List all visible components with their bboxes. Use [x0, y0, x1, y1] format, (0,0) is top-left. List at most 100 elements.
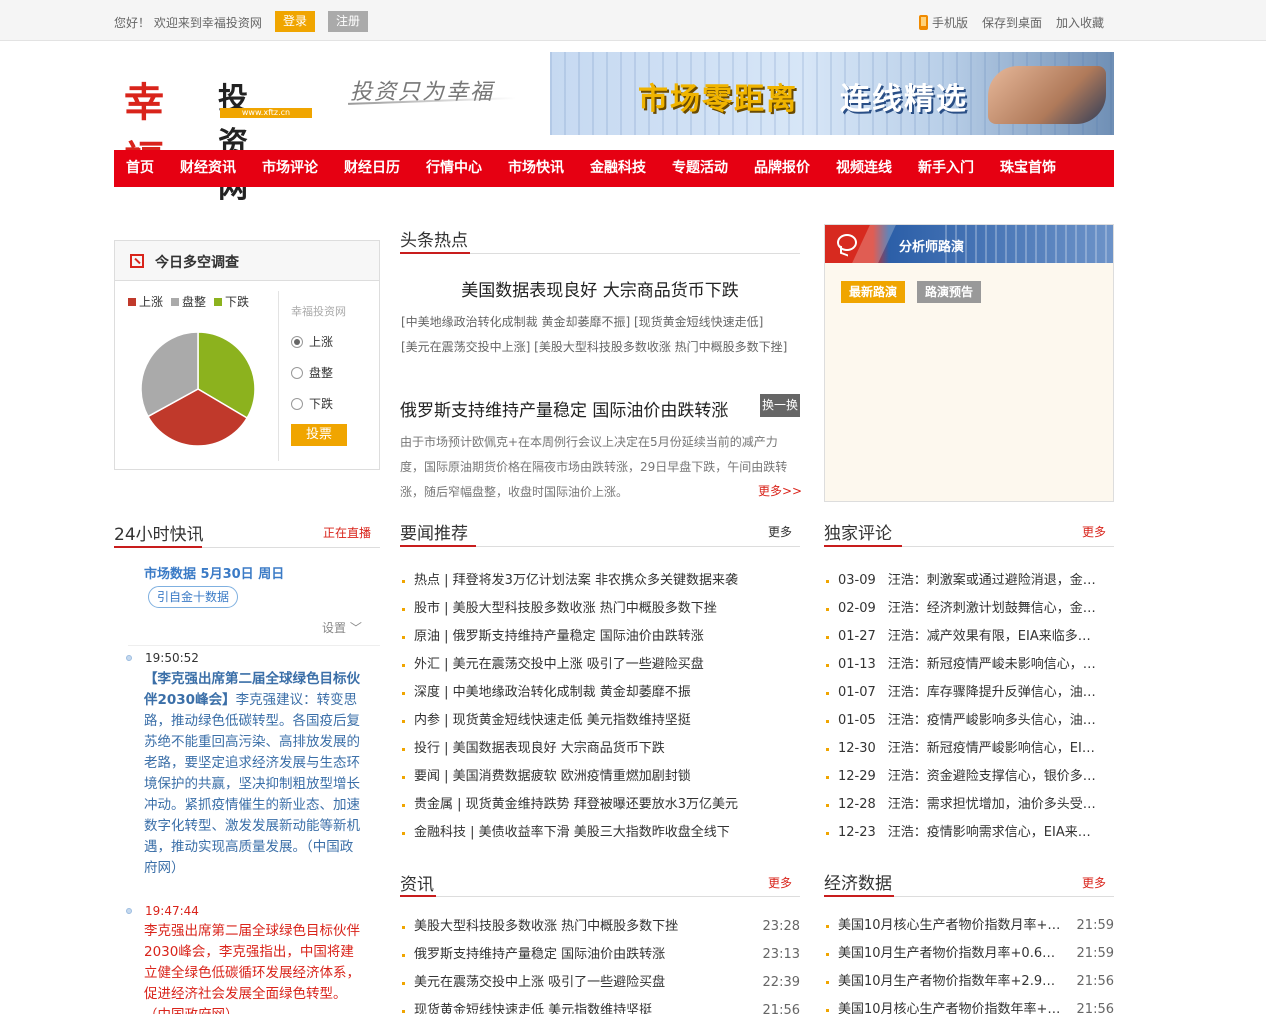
banner-text-1: 市场零距离 — [638, 82, 798, 117]
recommend-underline — [400, 545, 476, 547]
nav-item[interactable]: 市场评论 — [262, 150, 318, 187]
item-date: 02-09 — [838, 601, 876, 616]
vote-button[interactable]: 投票 — [291, 424, 347, 446]
swap-button[interactable]: 换一换 — [760, 394, 800, 417]
header-banner[interactable]: 市场零距离 连线精选 — [550, 52, 1114, 135]
list-item[interactable]: 01-07 汪浩：库存骤降提升反弹信心，油… — [824, 679, 1114, 707]
list-item[interactable]: 01-13 汪浩：新冠疫情严峻未影响信心，… — [824, 651, 1114, 679]
news-divider — [400, 896, 800, 897]
nav-item[interactable]: 首页 — [126, 150, 154, 187]
list-item[interactable]: 深度 | 中美地缘政治转化成制裁 黄金却萎靡不振 — [400, 679, 800, 707]
item-text: 汪浩：疫情影响需求信心，EIA来… — [887, 825, 1091, 840]
arrow-icon — [130, 254, 144, 268]
login-button[interactable]: 登录 — [275, 11, 315, 32]
item-text: 美国10月生产者物价指数月率+0.6… — [838, 946, 1056, 961]
legend-item-down: 下跌 — [214, 293, 249, 310]
vote-option-up[interactable]: 上涨 — [291, 333, 368, 350]
handshake-image — [988, 66, 1106, 124]
nav-item[interactable]: 市场快讯 — [508, 150, 564, 187]
list-item[interactable]: 投行 | 美国数据表现良好 大宗商品货币下跌 — [400, 735, 800, 763]
item-text: 汪浩：资金避险支撑信心，银价多… — [887, 769, 1096, 784]
nav-item[interactable]: 珠宝首饰 — [1000, 150, 1056, 187]
nav-item[interactable]: 视频连线 — [836, 150, 892, 187]
item-time: 23:13 — [762, 947, 800, 962]
item-time: 23:28 — [762, 919, 800, 934]
news-more[interactable]: 更多 — [768, 874, 792, 891]
list-item[interactable]: 美股大型科技股多数收涨 热门中概股多数下挫 23:28 — [400, 913, 800, 941]
tab-latest-roadshow[interactable]: 最新路演 — [841, 281, 905, 303]
live-link[interactable]: 正在直播 — [323, 524, 371, 541]
flash-title: 24小时快讯 — [114, 525, 204, 545]
list-item[interactable]: 金融科技 | 美债收益率下滑 美股三大指数昨收盘全线下 — [400, 819, 800, 847]
radio-up[interactable] — [291, 335, 303, 348]
recommend-more[interactable]: 更多 — [768, 523, 792, 540]
headline-sub-1[interactable]: [中美地缘政治转化成制裁 黄金却萎靡不振] [现货黄金短线快速走低] — [401, 313, 763, 330]
list-item[interactable]: 01-05 汪浩：疫情严峻影响多头信心，油… — [824, 707, 1114, 735]
list-item[interactable]: 美国10月生产者物价指数年率+2.9… 21:56 — [824, 968, 1114, 996]
item-text: 美股大型科技股多数收涨 热门中概股多数下挫 — [414, 919, 679, 934]
vote-option-down[interactable]: 下跌 — [291, 395, 368, 412]
nav-item[interactable]: 品牌报价 — [754, 150, 810, 187]
list-item[interactable]: 热点 | 拜登将发3万亿计划法案 非农携众多关键数据来袭 — [400, 567, 800, 595]
list-item[interactable]: 美国10月核心生产者物价指数年率+… 21:56 — [824, 996, 1114, 1014]
nav-item[interactable]: 金融科技 — [590, 150, 646, 187]
item-text: 美国10月核心生产者物价指数年率+… — [838, 1002, 1061, 1014]
flash-item-2[interactable]: 李克强出席第二届全球绿色目标伙伴2030峰会，李克强指出，中国将建立健全绿色低碳… — [144, 921, 360, 1014]
flash-date: 市场数据 5月30日 周日 — [144, 567, 285, 582]
nav-item[interactable]: 新手入门 — [918, 150, 974, 187]
list-item[interactable]: 美元在震荡交投中上涨 吸引了一些避险买盘 22:39 — [400, 969, 800, 997]
flash-settings[interactable]: 设置 ﹀ — [322, 619, 362, 636]
item-text: 汪浩：减产效果有限，EIA来临多… — [887, 629, 1091, 644]
nav-item[interactable]: 财经日历 — [344, 150, 400, 187]
list-item[interactable]: 原油 | 俄罗斯支持维持产量稳定 国际油价由跌转涨 — [400, 623, 800, 651]
headline-more-link[interactable]: 更多>> — [758, 482, 802, 499]
list-item[interactable]: 美国10月核心生产者物价指数月率+… 21:59 — [824, 912, 1114, 940]
headline-main[interactable]: 美国数据表现良好 大宗商品货币下跌 — [400, 276, 800, 301]
list-item[interactable]: 03-09 汪浩：刺激案或通过避险消退，金… — [824, 567, 1114, 595]
econ-more[interactable]: 更多 — [1082, 874, 1106, 891]
bookmark-link[interactable]: 加入收藏 — [1056, 14, 1104, 31]
list-item[interactable]: 贵金属 | 现货黄金维持跌势 拜登被曝还要放水3万亿美元 — [400, 791, 800, 819]
list-item[interactable]: 现货黄金短线快速走低 美元指数维持坚挺 21:56 — [400, 997, 800, 1014]
recommend-list: 热点 | 拜登将发3万亿计划法案 非农携众多关键数据来袭 股市 | 美股大型科技股… — [400, 567, 800, 847]
nav-item[interactable]: 财经资讯 — [180, 150, 236, 187]
item-date: 01-05 — [838, 713, 876, 728]
tab-roadshow-preview[interactable]: 路演预告 — [917, 281, 981, 303]
econ-underline — [824, 895, 894, 897]
nav-item[interactable]: 专题活动 — [672, 150, 728, 187]
item-text: 汪浩：需求担忧增加，油价多头受… — [887, 797, 1096, 812]
flash-item-1[interactable]: 【李克强出席第二届全球绿色目标伙伴2030峰会】李克强建议：转变思路，推动绿色低… — [144, 669, 360, 879]
nav-item[interactable]: 行情中心 — [426, 150, 482, 187]
list-item[interactable]: 12-30 汪浩：新冠疫情严峻影响信心，EI… — [824, 735, 1114, 763]
headline-sub-2[interactable]: [美元在震荡交投中上涨] [美股大型科技股多数收涨 热门中概股多数下挫] — [401, 338, 787, 355]
list-item[interactable]: 美国10月生产者物价指数月率+0.6… 21:59 — [824, 940, 1114, 968]
list-item[interactable]: 01-27 汪浩：减产效果有限，EIA来临多… — [824, 623, 1114, 651]
news-underline — [400, 895, 436, 897]
item-text: 现货黄金短线快速走低 美元指数维持坚挺 — [414, 1003, 653, 1014]
mobile-link[interactable]: 手机版 — [918, 14, 968, 31]
vote-option-flat[interactable]: 盘整 — [291, 364, 368, 381]
list-item[interactable]: 内参 | 现货黄金短线快速走低 美元指数维持坚挺 — [400, 707, 800, 735]
phone-icon — [918, 15, 928, 30]
radio-down[interactable] — [291, 397, 303, 410]
item-text: 美元在震荡交投中上涨 吸引了一些避险买盘 — [414, 975, 666, 990]
list-item[interactable]: 02-09 汪浩：经济刺激计划鼓舞信心，金… — [824, 595, 1114, 623]
register-button[interactable]: 注册 — [328, 11, 368, 32]
list-item[interactable]: 外汇 | 美元在震荡交投中上涨 吸引了一些避险买盘 — [400, 651, 800, 679]
timeline-dot — [126, 655, 132, 661]
list-item[interactable]: 12-29 汪浩：资金避险支撑信心，银价多… — [824, 763, 1114, 791]
list-item[interactable]: 俄罗斯支持维持产量稳定 国际油价由跌转涨 23:13 — [400, 941, 800, 969]
item-text: 汪浩：刺激案或通过避险消退，金… — [887, 573, 1096, 588]
list-item[interactable]: 要闻 | 美国消费数据疲软 欧洲疫情重燃加剧封锁 — [400, 763, 800, 791]
headline-description: 由于市场预计欧佩克+在本周例行会议上决定在5月份延续当前的减产力度，国际原油期货… — [400, 435, 788, 499]
analyst-header-chart — [945, 225, 1113, 263]
headline-second[interactable]: 俄罗斯支持维持产量稳定 国际油价由跌转涨 — [400, 396, 728, 421]
list-item[interactable]: 股市 | 美股大型科技股多数收涨 热门中概股多数下挫 — [400, 595, 800, 623]
survey-panel: 今日多空调查 上涨 盘整 下跌 幸福投资网 上涨 盘整 下跌 投票 — [114, 240, 380, 470]
list-item[interactable]: 12-28 汪浩：需求担忧增加，油价多头受… — [824, 791, 1114, 819]
radio-flat[interactable] — [291, 366, 303, 379]
save-desktop-link[interactable]: 保存到桌面 — [982, 14, 1042, 31]
list-item[interactable]: 12-23 汪浩：疫情影响需求信心，EIA来… — [824, 819, 1114, 847]
news-list: 美股大型科技股多数收涨 热门中概股多数下挫 23:28 俄罗斯支持维持产量稳定 国际… — [400, 913, 800, 1014]
comments-more[interactable]: 更多 — [1082, 523, 1106, 540]
